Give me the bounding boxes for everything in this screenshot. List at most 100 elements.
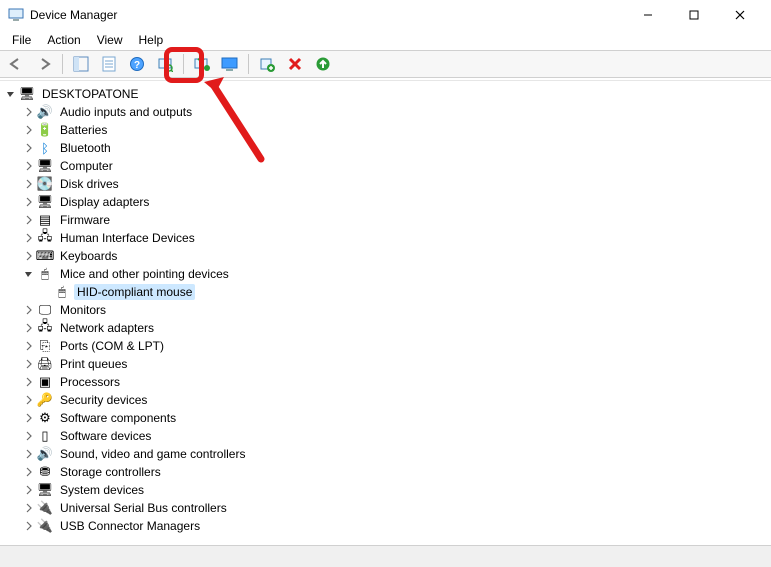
tree-category[interactable]: 🔊 Audio inputs and outputs <box>0 103 771 121</box>
menu-view[interactable]: View <box>89 31 131 49</box>
tree-category-label: System devices <box>57 482 147 498</box>
tree-category[interactable]: ⌨ Keyboards <box>0 247 771 265</box>
expand-chevron-icon[interactable] <box>22 357 36 371</box>
expand-chevron-icon[interactable] <box>22 159 36 173</box>
tree-category-label: Processors <box>57 374 123 390</box>
device-category-icon: 🖱 <box>37 266 53 282</box>
expand-chevron-icon[interactable] <box>22 177 36 191</box>
toolbar-separator <box>183 54 184 74</box>
tree-category[interactable]: 🔊 Sound, video and game controllers <box>0 445 771 463</box>
tree-category[interactable]: 🔌 USB Connector Managers <box>0 517 771 535</box>
tree-category[interactable]: 🖥 Computer <box>0 157 771 175</box>
device-category-icon: ▣ <box>37 374 53 390</box>
back-button[interactable] <box>4 52 28 76</box>
tree-category[interactable]: ⚙ Software components <box>0 409 771 427</box>
expand-chevron-icon[interactable] <box>22 483 36 497</box>
expand-chevron-icon[interactable] <box>22 267 36 281</box>
statusbar <box>0 545 771 567</box>
help-button[interactable]: ? <box>125 52 149 76</box>
tree-root[interactable]: 🖥 DESKTOPATONE <box>0 85 771 103</box>
expand-chevron-icon[interactable] <box>22 141 36 155</box>
expand-chevron-icon[interactable] <box>22 123 36 137</box>
tree-category[interactable]: ▯ Software devices <box>0 427 771 445</box>
device-category-icon: 🔊 <box>37 104 53 120</box>
device-category-icon: ▯ <box>37 428 53 444</box>
scan-hardware-button[interactable] <box>153 52 177 76</box>
tree-category[interactable]: 🖧 Network adapters <box>0 319 771 337</box>
add-legacy-button[interactable] <box>255 52 279 76</box>
menu-file[interactable]: File <box>4 31 39 49</box>
menu-help[interactable]: Help <box>131 31 172 49</box>
tree-category[interactable]: ᛒ Bluetooth <box>0 139 771 157</box>
device-category-icon: 🖧 <box>37 230 53 246</box>
update-driver-button[interactable] <box>190 52 214 76</box>
close-button[interactable] <box>717 0 763 30</box>
device-category-icon: 🔌 <box>37 518 53 534</box>
tree-category-label: Disk drives <box>57 176 122 192</box>
tree-category-label: Mice and other pointing devices <box>57 266 232 282</box>
tree-category[interactable]: 🔋 Batteries <box>0 121 771 139</box>
maximize-button[interactable] <box>671 0 717 30</box>
expand-chevron-icon[interactable] <box>22 465 36 479</box>
tree-category[interactable]: ▤ Firmware <box>0 211 771 229</box>
tree-category[interactable]: 💽 Disk drives <box>0 175 771 193</box>
tree-category[interactable]: 🖥 Display adapters <box>0 193 771 211</box>
expand-chevron-icon[interactable] <box>22 501 36 515</box>
device-category-icon: 🖵 <box>37 302 53 318</box>
minimize-button[interactable] <box>625 0 671 30</box>
expand-chevron-icon[interactable] <box>22 411 36 425</box>
device-category-icon: 🖥 <box>37 194 53 210</box>
tree-category[interactable]: 🖥 System devices <box>0 481 771 499</box>
expand-chevron-icon[interactable] <box>22 447 36 461</box>
expand-chevron-icon[interactable] <box>22 195 36 209</box>
expand-chevron-icon[interactable] <box>22 303 36 317</box>
expand-chevron-icon[interactable] <box>22 105 36 119</box>
device-category-icon: ▤ <box>37 212 53 228</box>
titlebar: Device Manager <box>0 0 771 30</box>
tree-category[interactable]: 🔑 Security devices <box>0 391 771 409</box>
expand-chevron-icon[interactable] <box>22 393 36 407</box>
window-title: Device Manager <box>30 8 625 22</box>
expand-chevron-icon[interactable] <box>22 321 36 335</box>
expand-chevron-icon[interactable] <box>4 87 18 101</box>
device-category-icon: 🖨 <box>37 356 53 372</box>
tree-category[interactable]: ▣ Processors <box>0 373 771 391</box>
tree-category-label: Network adapters <box>57 320 157 336</box>
expand-chevron-icon[interactable] <box>22 213 36 227</box>
tree-category[interactable]: 🖨 Print queues <box>0 355 771 373</box>
expand-chevron-icon[interactable] <box>22 375 36 389</box>
tree-category[interactable]: 🖵 Monitors <box>0 301 771 319</box>
tree-category-label: Computer <box>57 158 116 174</box>
uninstall-button[interactable] <box>283 52 307 76</box>
tree-category-label: Storage controllers <box>57 464 164 480</box>
properties-button[interactable] <box>97 52 121 76</box>
expand-chevron-icon[interactable] <box>22 231 36 245</box>
device-tree[interactable]: 🖥 DESKTOPATONE 🔊 Audio inputs and output… <box>0 80 771 545</box>
expand-chevron-icon[interactable] <box>22 339 36 353</box>
menu-action[interactable]: Action <box>39 31 88 49</box>
show-console-tree-button[interactable] <box>69 52 93 76</box>
monitor-devices-button[interactable] <box>218 52 242 76</box>
tree-category[interactable]: ⎘ Ports (COM & LPT) <box>0 337 771 355</box>
forward-button[interactable] <box>32 52 56 76</box>
expand-chevron-icon[interactable] <box>22 519 36 533</box>
computer-icon: 🖥 <box>19 86 35 102</box>
device-category-icon: 💽 <box>37 176 53 192</box>
tree-root-label: DESKTOPATONE <box>39 86 141 102</box>
enable-button[interactable] <box>311 52 335 76</box>
tree-category[interactable]: ⛃ Storage controllers <box>0 463 771 481</box>
device-category-icon: ⛃ <box>37 464 53 480</box>
tree-category[interactable]: 🔌 Universal Serial Bus controllers <box>0 499 771 517</box>
device-category-icon: ⚙ <box>37 410 53 426</box>
menubar: File Action View Help <box>0 30 771 50</box>
device-category-icon: 🖧 <box>37 320 53 336</box>
tree-category[interactable]: 🖧 Human Interface Devices <box>0 229 771 247</box>
tree-category[interactable]: 🖱 Mice and other pointing devices <box>0 265 771 283</box>
device-category-icon: 🔌 <box>37 500 53 516</box>
tree-category-label: Security devices <box>57 392 150 408</box>
tree-device[interactable]: 🖱 HID-compliant mouse <box>0 283 771 301</box>
tree-category-label: Firmware <box>57 212 113 228</box>
tree-category-label: Audio inputs and outputs <box>57 104 195 120</box>
expand-chevron-icon[interactable] <box>22 249 36 263</box>
expand-chevron-icon[interactable] <box>22 429 36 443</box>
